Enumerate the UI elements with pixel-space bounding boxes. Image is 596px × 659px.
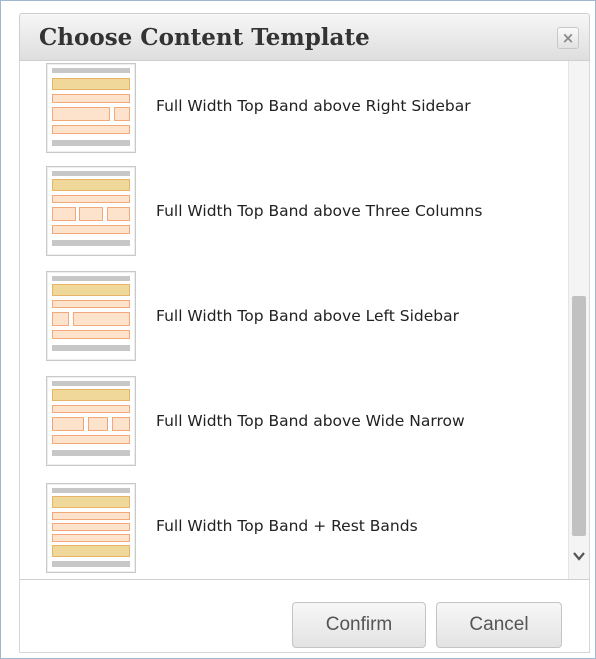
template-label: Full Width Top Band above Right Sidebar [156,97,471,115]
template-option-rest-bands[interactable]: Full Width Top Band + Rest Bands [20,479,570,573]
template-label: Full Width Top Band above Left Sidebar [156,307,459,325]
dialog-footer: Confirm Cancel [19,579,590,653]
template-list: Full Width Top Band above Right Sidebar … [20,61,570,579]
template-option-right-sidebar[interactable]: Full Width Top Band above Right Sidebar [20,61,570,153]
template-list-panel: Full Width Top Band above Right Sidebar … [19,61,590,579]
layout-top-band-rest-bands-icon [46,483,136,573]
template-option-wide-narrow[interactable]: Full Width Top Band above Wide Narrow [20,374,570,468]
choose-content-template-dialog: Choose Content Template × Full Width Top… [0,0,596,659]
layout-top-band-three-columns-icon [46,166,136,256]
layout-top-band-right-sidebar-icon [46,63,136,153]
template-option-three-columns[interactable]: Full Width Top Band above Three Columns [20,164,570,258]
template-label: Full Width Top Band above Wide Narrow [156,412,465,430]
close-button[interactable]: × [557,27,579,49]
dialog-titlebar: Choose Content Template × [19,13,590,61]
layout-top-band-wide-narrow-icon [46,376,136,466]
dialog-title: Choose Content Template [39,24,370,51]
template-label: Full Width Top Band above Three Columns [156,202,483,220]
layout-top-band-left-sidebar-icon [46,271,136,361]
vertical-scrollbar[interactable] [568,61,589,579]
confirm-button[interactable]: Confirm [292,602,426,648]
cancel-button[interactable]: Cancel [436,602,562,648]
chevron-down-icon[interactable] [571,548,587,564]
scrollbar-thumb[interactable] [572,296,586,536]
close-icon: × [561,29,575,47]
template-label: Full Width Top Band + Rest Bands [156,517,418,535]
template-option-left-sidebar[interactable]: Full Width Top Band above Left Sidebar [20,269,570,363]
